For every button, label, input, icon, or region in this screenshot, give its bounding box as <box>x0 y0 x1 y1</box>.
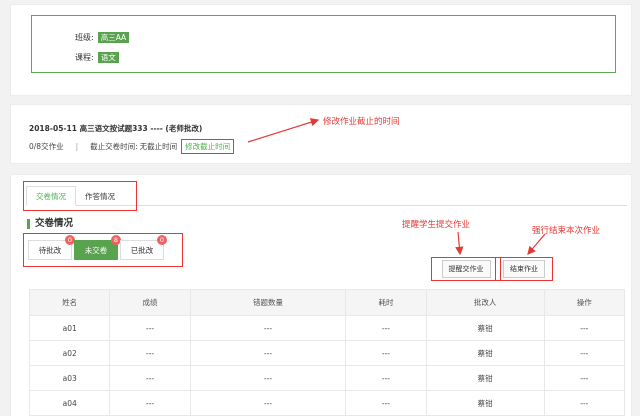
tab-submission-status[interactable]: 交卷情况 <box>26 186 76 206</box>
submission-card: 交卷情况 作答情况 交卷情况 待批改 0 未交卷 8 已批改 0 提醒交作业 结… <box>10 174 632 416</box>
cell-wrong-count: --- <box>189 315 347 341</box>
deadline-value: 无截止时间 <box>139 142 178 151</box>
cell-reviewer: 蔡钳 <box>425 390 545 416</box>
cell-action: --- <box>543 340 626 366</box>
filter-label: 待批改 <box>38 245 62 255</box>
col-action: 操作 <box>543 289 626 316</box>
cell-wrong-count: --- <box>189 340 347 366</box>
status-filters: 待批改 0 未交卷 8 已批改 0 <box>23 233 183 267</box>
end-homework-button[interactable]: 结束作业 <box>503 260 545 278</box>
class-row: 班级: 高三AA <box>75 32 130 43</box>
cell-time: --- <box>345 340 427 366</box>
course-tag: 语文 <box>97 52 119 63</box>
cell-action: --- <box>543 365 626 391</box>
cell-action: --- <box>543 315 626 341</box>
cell-time: --- <box>345 365 427 391</box>
exam-meta: 0/8交作业 | 截止交卷时间: 无截止时间 修改截止时间 <box>29 139 235 154</box>
table-row: a04 --- --- --- 蔡钳 --- <box>28 390 626 416</box>
class-info-box: 班级: 高三AA 课程: 语文 <box>31 15 616 73</box>
col-score: 成绩 <box>109 289 191 316</box>
annotation-force-end: 强行结束本次作业 <box>532 226 601 236</box>
filter-label: 未交卷 <box>84 245 108 255</box>
cell-score: --- <box>109 315 191 341</box>
course-row: 课程: 语文 <box>75 52 119 63</box>
filter-pending-review[interactable]: 待批改 0 <box>28 235 75 260</box>
meta-separator: | <box>75 142 79 151</box>
cell-reviewer: 蔡钳 <box>425 365 545 391</box>
col-wrong-count: 错题数量 <box>189 289 347 316</box>
col-name: 姓名 <box>28 289 111 316</box>
col-reviewer: 批改人 <box>425 289 545 316</box>
filter-reviewed[interactable]: 已批改 0 <box>120 235 167 260</box>
student-table: 姓名 成绩 错题数量 耗时 批改人 操作 a01 --- --- --- 蔡钳 … <box>28 289 626 416</box>
tab-bar: 交卷情况 作答情况 <box>23 181 137 211</box>
tab-answer-status[interactable]: 作答情况 <box>76 186 124 206</box>
class-tag: 高三AA <box>97 32 130 43</box>
cell-wrong-count: --- <box>189 365 347 391</box>
exam-info-card: 2018-05-11 高三语文按试题333 ---- (老师批改) 0/8交作业… <box>10 104 632 164</box>
cell-score: --- <box>109 365 191 391</box>
cell-time: --- <box>345 315 427 341</box>
cell-name: a03 <box>28 365 111 391</box>
cell-score: --- <box>109 340 191 366</box>
cell-name: a01 <box>28 315 111 341</box>
count-badge: 0 <box>157 235 167 245</box>
deadline-label: 截止交卷时间: <box>90 142 138 151</box>
table-row: a02 --- --- --- 蔡钳 --- <box>28 340 626 366</box>
class-label: 班级: <box>75 33 94 42</box>
remind-button-frame: 提醒交作业 <box>431 257 501 281</box>
annotation-remind-students: 提醒学生提交作业 <box>402 220 471 230</box>
cell-name: a02 <box>28 340 111 366</box>
filter-not-submitted[interactable]: 未交卷 8 <box>74 235 121 260</box>
remind-submit-button[interactable]: 提醒交作业 <box>441 260 491 278</box>
col-time: 耗时 <box>345 289 427 316</box>
table-header-row: 姓名 成绩 错题数量 耗时 批改人 操作 <box>28 289 626 316</box>
exam-title: 2018-05-11 高三语文按试题333 ---- (老师批改) <box>29 124 203 133</box>
course-label: 课程: <box>75 53 94 62</box>
annotation-modify-deadline: 修改作业截止的时间 <box>323 117 400 127</box>
filter-label: 已批改 <box>130 245 154 255</box>
table-row: a01 --- --- --- 蔡钳 --- <box>28 315 626 341</box>
section-title: 交卷情况 <box>27 219 73 229</box>
submission-progress: 0/8交作业 <box>29 142 64 151</box>
class-info-card: 班级: 高三AA 课程: 语文 <box>10 4 632 96</box>
cell-score: --- <box>109 390 191 416</box>
cell-reviewer: 蔡钳 <box>425 340 545 366</box>
cell-name: a04 <box>28 390 111 416</box>
end-button-frame: 结束作业 <box>495 257 553 281</box>
cell-reviewer: 蔡钳 <box>425 315 545 341</box>
cell-wrong-count: --- <box>189 390 347 416</box>
modify-deadline-link[interactable]: 修改截止时间 <box>181 139 235 154</box>
table-row: a03 --- --- --- 蔡钳 --- <box>28 365 626 391</box>
cell-time: --- <box>345 390 427 416</box>
cell-action: --- <box>543 390 626 416</box>
